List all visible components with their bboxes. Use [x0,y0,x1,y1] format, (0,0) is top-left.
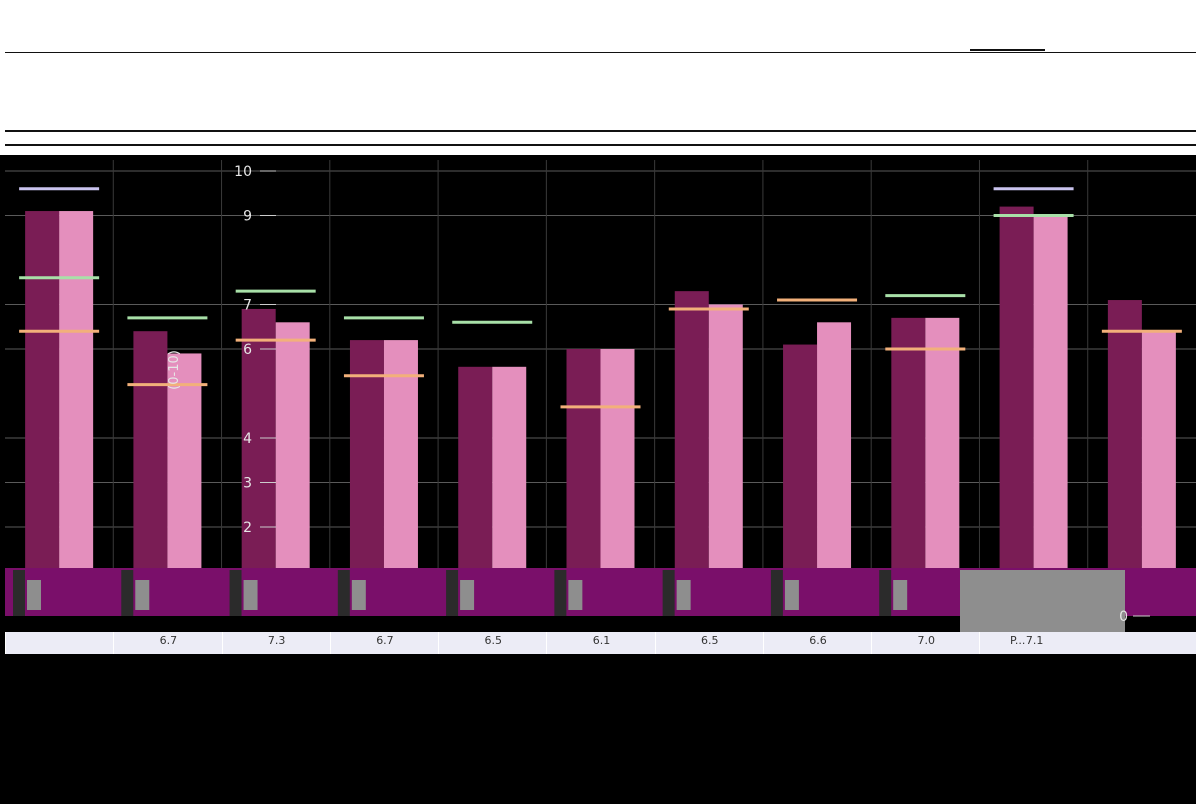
band-cell-gray [460,580,475,610]
band-cell-dark [879,570,892,616]
bar [600,349,635,568]
data-table-cell: 6.1 [546,632,655,654]
data-table-cell: 6.5 [438,632,547,654]
y-tick-label: 10 [234,164,252,180]
data-table-cell: 6.7 [329,632,439,654]
bar [59,211,94,569]
data-table-cell: 6.5 [654,632,764,654]
band-cell-gray [243,580,258,610]
band-cell-gray [27,580,41,610]
data-table-cell: 6.6 [762,632,872,654]
band-cell-gray [351,580,366,610]
band-cell-dark [446,570,459,616]
data-table-cell: 7.3 [221,632,331,654]
band-cell-dark [337,570,350,616]
y-axis-unit: (0-10) [167,350,182,390]
y-tick-zero: 0 [1119,609,1128,625]
y-tick-label: 4 [243,431,252,447]
band-cell-gray [784,580,799,610]
bar [925,317,960,568]
band-cell-dark [770,570,783,616]
y-tick-label: 9 [243,209,252,225]
band-cell-gray [676,580,691,610]
data-table-cell: 6.7 [113,632,222,654]
bar [458,366,493,568]
data-table-cell [5,632,114,654]
y-tick-label: 7 [243,298,252,314]
bar [133,331,168,568]
y-tick-label: 2 [243,520,252,536]
data-table-strip: 6.7 7.3 6.7 6.5 6.1 6.5 6.6 7.0 7.1 P... [5,632,1196,654]
bar [1107,300,1142,568]
bar [817,322,852,568]
bar [674,291,709,568]
data-table-label: P... [1010,634,1026,647]
band-cell-dark [662,570,675,616]
bar [25,211,60,569]
y-tick-label: 6 [243,342,252,358]
bar [1033,215,1068,568]
bar [275,322,310,568]
bars [25,206,1176,569]
band-cell-gray [893,580,908,610]
band-cell-gray [568,580,583,610]
data-table-cell: 7.1 [979,632,1088,654]
band-cell-dark [229,570,242,616]
chart-plot: 2 3 4 6 7 9 10 (0-10) 0 [5,160,1196,642]
bar [708,304,743,568]
bar [566,349,601,568]
band-cell-dark [13,570,25,616]
bar [492,366,527,568]
band-cell-dark [121,570,134,616]
band-cell-gray [135,580,150,610]
y-tick-label: 3 [243,476,252,492]
bar [783,344,818,568]
bar [891,317,926,568]
bar [1141,331,1176,568]
bar [999,206,1034,568]
band-cell-dark [554,570,567,616]
data-table-cell: 7.0 [871,632,980,654]
